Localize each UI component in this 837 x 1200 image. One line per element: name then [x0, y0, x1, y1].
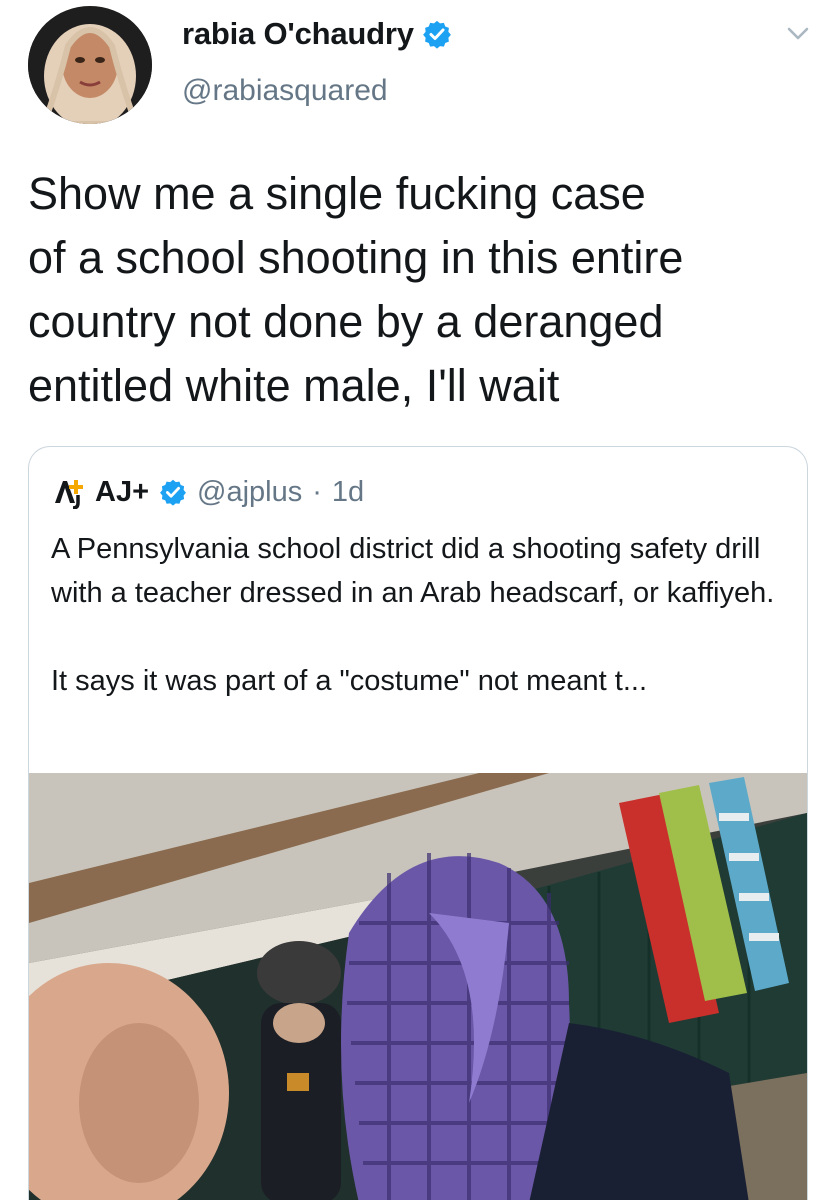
quoted-tweet[interactable]: AJ+ @ajplus · 1d A Pennsylvania school d…	[28, 446, 808, 1200]
quoted-media-image[interactable]	[29, 773, 807, 1200]
display-name-text[interactable]: rabia O'chaudry	[182, 16, 414, 52]
quoted-handle[interactable]: @ajplus	[197, 476, 302, 509]
tweet: rabia O'chaudry @rabiasquared Show me a …	[0, 0, 837, 1200]
time-separator: ·	[312, 475, 322, 508]
quoted-text-paragraph: It says it was part of a "costume" not m…	[51, 665, 648, 697]
quoted-tweet-header: AJ+ @ajplus · 1d	[51, 475, 364, 510]
chevron-down-icon[interactable]	[785, 20, 811, 46]
verified-badge-icon	[159, 478, 187, 506]
quoted-timestamp[interactable]: 1d	[332, 476, 364, 509]
handle[interactable]: @rabiasquared	[182, 74, 388, 108]
avatar[interactable]	[28, 6, 152, 124]
ajplus-logo-icon	[51, 475, 85, 510]
quoted-tweet-text: A Pennsylvania school district did a sho…	[51, 527, 791, 703]
display-name[interactable]: rabia O'chaudry	[182, 16, 452, 52]
media-photo	[29, 773, 807, 1200]
verified-badge-icon	[422, 19, 452, 49]
tweet-text: Show me a single fucking case of a schoo…	[28, 168, 684, 411]
quoted-text-paragraph: A Pennsylvania school district did a sho…	[51, 533, 775, 609]
quoted-display-name[interactable]: AJ+	[95, 476, 149, 509]
avatar-image	[28, 6, 152, 124]
